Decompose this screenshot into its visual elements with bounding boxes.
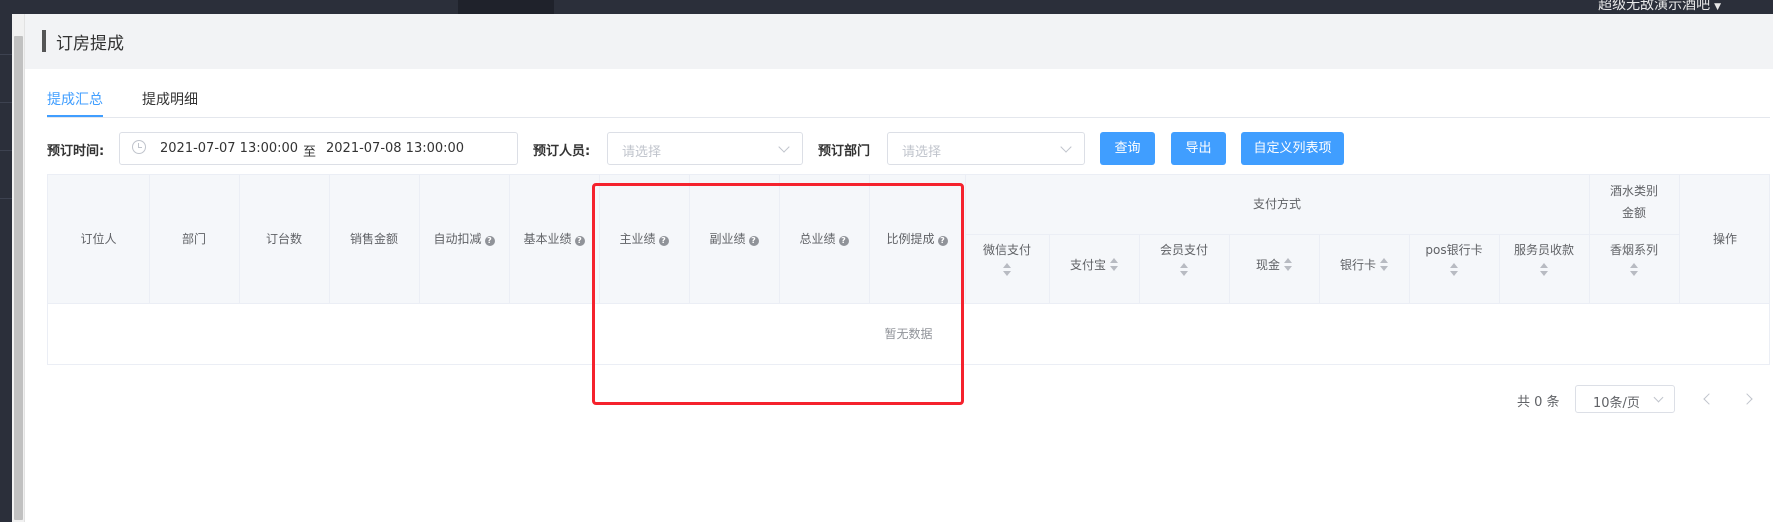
sidebar-divider bbox=[0, 54, 12, 55]
sort-icon[interactable] bbox=[1450, 263, 1458, 277]
next-page-button[interactable] bbox=[1741, 392, 1754, 406]
column-header-label: 自动扣减 bbox=[433, 232, 482, 246]
sidebar-divider bbox=[0, 150, 12, 151]
column-header-cash[interactable]: 现金 bbox=[1229, 254, 1319, 276]
page-scrollbar[interactable] bbox=[12, 14, 25, 522]
column-header-member-pay[interactable]: 会员支付 bbox=[1139, 239, 1229, 277]
department-select[interactable]: 请选择 bbox=[887, 132, 1085, 165]
column-header-label: 会员支付 bbox=[1159, 243, 1208, 257]
sort-icon[interactable] bbox=[1180, 263, 1188, 277]
column-header-label: 香烟系列 bbox=[1609, 243, 1658, 257]
column-header-waiter-collection[interactable]: 服务员收款 bbox=[1499, 239, 1589, 277]
column-header-label: 支付宝 bbox=[1069, 258, 1106, 272]
top-bar-active-segment[interactable] bbox=[458, 0, 554, 14]
sidebar-divider bbox=[0, 198, 12, 199]
page-title: 订房提成 bbox=[56, 34, 124, 54]
caret-down-icon: ▼ bbox=[1714, 2, 1721, 12]
help-icon[interactable]: ? bbox=[574, 236, 585, 246]
booking-time-label: 预订时间: bbox=[47, 144, 105, 159]
page-size-value: 10条/页 bbox=[1593, 396, 1640, 411]
column-header-auto-deduct: 自动扣减? bbox=[419, 228, 509, 250]
clock-icon bbox=[132, 140, 146, 154]
booker-label: 预订人员: bbox=[533, 144, 591, 159]
chevron-down-icon bbox=[1060, 141, 1072, 153]
date-range-separator: 至 bbox=[303, 145, 317, 160]
export-button[interactable]: 导出 bbox=[1171, 132, 1226, 165]
venue-selector[interactable]: 超级无敌演示酒吧 ▼ bbox=[1598, 0, 1721, 14]
sort-icon[interactable] bbox=[1380, 258, 1388, 272]
chevron-right-icon bbox=[1741, 393, 1753, 405]
pagination-total: 共 0 条 bbox=[1517, 395, 1560, 410]
date-end-input[interactable]: 2021-07-08 13:00:00 bbox=[326, 141, 464, 156]
column-header-booker: 订位人 bbox=[80, 232, 117, 246]
chevron-down-icon bbox=[1653, 392, 1664, 403]
column-header-alipay[interactable]: 支付宝 bbox=[1049, 254, 1139, 276]
chevron-left-icon bbox=[1703, 393, 1715, 405]
custom-columns-button[interactable]: 自定义列表项 bbox=[1241, 132, 1344, 165]
sort-icon[interactable] bbox=[1630, 263, 1638, 277]
column-group-payment-methods: 支付方式 bbox=[1252, 197, 1301, 211]
column-header-sales-amount: 销售金额 bbox=[349, 232, 398, 246]
venue-name: 超级无敌演示酒吧 bbox=[1598, 0, 1711, 13]
tab-commission-detail[interactable]: 提成明细 bbox=[142, 89, 198, 109]
column-header-base-performance: 基本业绩? bbox=[509, 228, 599, 250]
top-bar: 超级无敌演示酒吧 ▼ bbox=[0, 0, 1773, 14]
column-header-label: 基本业绩 bbox=[523, 232, 572, 246]
active-tab-indicator bbox=[47, 115, 103, 117]
column-header-label: 微信支付 bbox=[982, 243, 1031, 257]
sort-icon[interactable] bbox=[1540, 263, 1548, 277]
column-header-table-count: 订台数 bbox=[265, 232, 302, 246]
column-header-actions: 操作 bbox=[1712, 232, 1737, 246]
booker-select-placeholder: 请选择 bbox=[622, 145, 662, 160]
query-button[interactable]: 查询 bbox=[1100, 132, 1155, 165]
help-icon[interactable]: ? bbox=[484, 236, 495, 246]
chevron-down-icon bbox=[778, 141, 790, 153]
column-header-wechat-pay[interactable]: 微信支付 bbox=[965, 239, 1049, 277]
sort-icon[interactable] bbox=[1003, 263, 1011, 277]
column-header-department: 部门 bbox=[181, 232, 206, 246]
date-start-input[interactable]: 2021-07-07 13:00:00 bbox=[160, 141, 298, 156]
left-sidebar bbox=[0, 14, 12, 522]
department-select-placeholder: 请选择 bbox=[902, 145, 942, 160]
column-header-label: 银行卡 bbox=[1339, 258, 1376, 272]
column-header-label: pos银行卡 bbox=[1425, 243, 1483, 257]
sort-icon[interactable] bbox=[1284, 258, 1292, 272]
tab-commission-summary[interactable]: 提成汇总 bbox=[47, 89, 103, 109]
column-header-label: 服务员收款 bbox=[1513, 243, 1574, 257]
sort-icon[interactable] bbox=[1110, 258, 1118, 272]
page-header: 订房提成 bbox=[25, 14, 1773, 69]
booker-select[interactable]: 请选择 bbox=[607, 132, 803, 165]
page-size-select[interactable]: 10条/页 bbox=[1575, 385, 1675, 413]
column-header-label: 现金 bbox=[1255, 258, 1280, 272]
booking-date-range[interactable]: 2021-07-07 13:00:00 至 2021-07-08 13:00:0… bbox=[119, 132, 518, 165]
scrollbar-thumb[interactable] bbox=[14, 36, 23, 520]
column-group-liquor-category-amount: 酒水类别金额 bbox=[1609, 184, 1658, 220]
column-header-bank-card[interactable]: 银行卡 bbox=[1319, 254, 1409, 276]
title-accent-bar bbox=[42, 30, 46, 52]
column-header-pos-bank-card[interactable]: pos银行卡 bbox=[1409, 239, 1499, 277]
tab-bar: 提成汇总 提成明细 bbox=[47, 69, 1770, 118]
highlight-annotation-box bbox=[592, 183, 964, 405]
sidebar-divider bbox=[0, 102, 12, 103]
prev-page-button[interactable] bbox=[1702, 392, 1715, 406]
column-header-tobacco-series[interactable]: 香烟系列 bbox=[1589, 239, 1679, 277]
department-label: 预订部门 bbox=[818, 144, 871, 159]
